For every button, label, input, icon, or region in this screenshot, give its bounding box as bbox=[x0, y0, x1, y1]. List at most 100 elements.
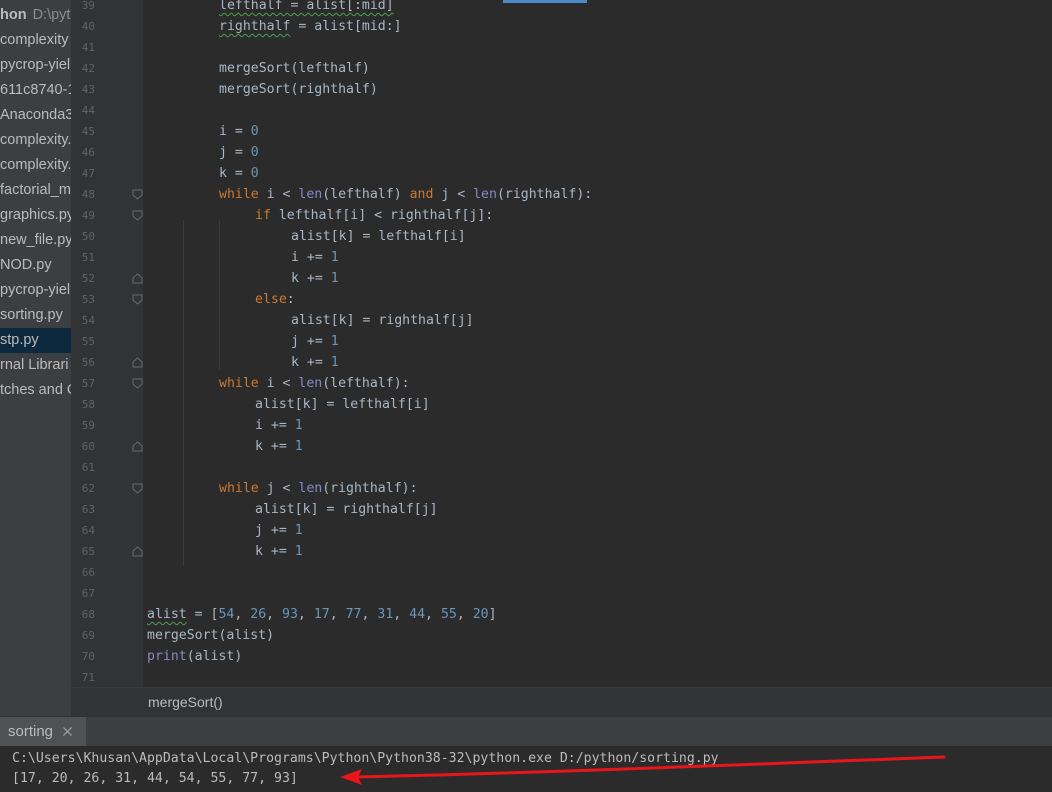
code-identifier: righthalf bbox=[219, 19, 291, 34]
code-line: k += 1 bbox=[291, 355, 339, 370]
code-number: 26 bbox=[250, 607, 267, 622]
run-tab-sorting[interactable]: sorting bbox=[0, 717, 86, 747]
project-tree-item[interactable]: complexity. bbox=[0, 128, 71, 153]
indent-guide bbox=[219, 220, 220, 370]
project-tree-panel: hon D:\pyt complexity pycrop-yiel 611c8740-… bbox=[0, 0, 71, 716]
code-line: righthalf = alist[mid:] bbox=[219, 16, 402, 37]
editor-gutter: 39 40 41 42 43 44 45 46 47 48 49 50 51 52 53 54 55 56 57 58… bbox=[71, 0, 143, 687]
project-tree-item[interactable]: complexity. bbox=[0, 153, 71, 178]
code-line: j = 0 bbox=[219, 145, 259, 160]
fold-open-icon[interactable] bbox=[132, 378, 143, 389]
fold-close-icon[interactable] bbox=[132, 546, 143, 557]
code-line: alist[k] = righthalf[j] bbox=[291, 313, 474, 328]
project-tree-item[interactable]: complexity bbox=[0, 28, 71, 53]
run-tool-tabs: sorting bbox=[0, 716, 1052, 747]
fold-close-icon[interactable] bbox=[132, 273, 143, 284]
run-console[interactable]: C:\Users\Khusan\AppData\Local\Programs\P… bbox=[0, 746, 1052, 792]
code-keyword: and bbox=[409, 187, 434, 202]
line-number: 46 bbox=[81, 146, 95, 159]
line-number: 57 bbox=[81, 377, 95, 390]
code-line: mergeSort(lefthalf) bbox=[219, 58, 370, 79]
line-number: 43 bbox=[81, 83, 95, 96]
project-tree-item[interactable]: pycrop-yiel bbox=[0, 278, 71, 303]
code-line: else: bbox=[255, 292, 295, 307]
code-line: i = 0 bbox=[219, 124, 259, 139]
project-tree-item-label: rnal Librari bbox=[0, 357, 69, 373]
code-line: alist[k] = lefthalf[i] bbox=[255, 397, 430, 412]
breadcrumb-function[interactable]: mergeSort() bbox=[148, 688, 223, 717]
project-tree-item[interactable]: sorting.py bbox=[0, 303, 71, 328]
line-number: 56 bbox=[81, 356, 95, 369]
project-tree-item-label: new_file.py bbox=[0, 232, 71, 248]
line-number: 61 bbox=[81, 461, 95, 474]
line-number: 41 bbox=[81, 41, 95, 54]
line-number: 45 bbox=[81, 125, 95, 138]
line-number: 48 bbox=[81, 188, 95, 201]
line-number: 50 bbox=[81, 230, 95, 243]
line-number: 53 bbox=[81, 293, 95, 306]
code-editor[interactable]: lefthalf = alist[:mid] righthalf = alist… bbox=[143, 0, 1052, 687]
project-tree-item[interactable]: tches and C bbox=[0, 378, 71, 403]
project-tree-item[interactable]: factorial_m bbox=[0, 178, 71, 203]
project-tree-item[interactable]: Anaconda3 bbox=[0, 103, 71, 128]
project-tree-item[interactable]: graphics.py bbox=[0, 203, 71, 228]
line-number: 54 bbox=[81, 314, 95, 327]
line-number: 65 bbox=[81, 545, 95, 558]
project-tree-item[interactable]: NOD.py bbox=[0, 253, 71, 278]
project-tree-item[interactable]: new_file.py bbox=[0, 228, 71, 253]
code-line: alist[k] = righthalf[j] bbox=[255, 502, 438, 517]
project-tree-item[interactable]: stp.py bbox=[0, 328, 71, 353]
project-tree-item-label: pycrop-yiel bbox=[0, 282, 71, 298]
line-number: 47 bbox=[81, 167, 95, 180]
project-tree-item-label: complexity. bbox=[0, 157, 71, 173]
line-number: 39 bbox=[81, 0, 95, 12]
code-number: 77 bbox=[345, 607, 362, 622]
project-root-name: hon bbox=[0, 7, 27, 23]
code-line: j += 1 bbox=[291, 334, 339, 349]
code-keyword: if bbox=[255, 208, 271, 223]
code-number: 44 bbox=[409, 607, 426, 622]
project-tree-item[interactable]: rnal Librari bbox=[0, 353, 71, 378]
code-number: 1 bbox=[330, 250, 339, 265]
code-line: i += 1 bbox=[291, 250, 339, 265]
console-command-line: C:\Users\Khusan\AppData\Local\Programs\P… bbox=[12, 751, 719, 766]
code-builtin: len bbox=[298, 187, 323, 202]
code-line: mergeSort(alist) bbox=[147, 628, 275, 643]
code-token: mergeSort(lefthalf) bbox=[219, 61, 370, 76]
code-line: k += 1 bbox=[255, 544, 303, 559]
project-tree-item-label: pycrop-yiel bbox=[0, 57, 71, 73]
indent-guide bbox=[183, 220, 184, 566]
code-number: 17 bbox=[313, 607, 330, 622]
editor-breadcrumb: mergeSort() bbox=[71, 687, 1052, 717]
code-token: lefthalf = alist[:mid] bbox=[219, 0, 394, 13]
project-tree-item[interactable]: 611c8740-1 bbox=[0, 78, 71, 103]
line-number: 67 bbox=[81, 587, 95, 600]
project-root-item[interactable]: hon D:\pyt bbox=[0, 3, 71, 28]
close-icon[interactable] bbox=[62, 726, 73, 737]
line-number: 66 bbox=[81, 566, 95, 579]
code-line: alist = [54, 26, 93, 17, 77, 31, 44, 55,… bbox=[147, 607, 497, 622]
code-line: if lefthalf[i] < righthalf[j]: bbox=[255, 208, 494, 223]
line-number: 51 bbox=[81, 251, 95, 264]
code-token: righthalf = alist[mid:] bbox=[219, 19, 402, 34]
project-tree-item-label: factorial_m bbox=[0, 182, 71, 198]
code-number: 1 bbox=[330, 271, 339, 286]
project-tree-item-label: Anaconda3 bbox=[0, 107, 71, 123]
fold-close-icon[interactable] bbox=[132, 357, 143, 368]
fold-open-icon[interactable] bbox=[132, 210, 143, 221]
fold-open-icon[interactable] bbox=[132, 483, 143, 494]
code-keyword: else bbox=[255, 292, 287, 307]
line-number: 44 bbox=[81, 104, 95, 117]
fold-open-icon[interactable] bbox=[132, 294, 143, 305]
code-number: 0 bbox=[250, 166, 259, 181]
code-number: 0 bbox=[250, 124, 259, 139]
fold-close-icon[interactable] bbox=[132, 441, 143, 452]
run-tab-label: sorting bbox=[8, 723, 54, 740]
line-number: 42 bbox=[81, 62, 95, 75]
code-token: mergeSort(righthalf) bbox=[219, 82, 378, 97]
code-number: 55 bbox=[440, 607, 457, 622]
project-root-path: D:\pyt bbox=[32, 7, 71, 23]
line-number: 69 bbox=[81, 629, 95, 642]
fold-open-icon[interactable] bbox=[132, 189, 143, 200]
project-tree-item[interactable]: pycrop-yiel bbox=[0, 53, 71, 78]
